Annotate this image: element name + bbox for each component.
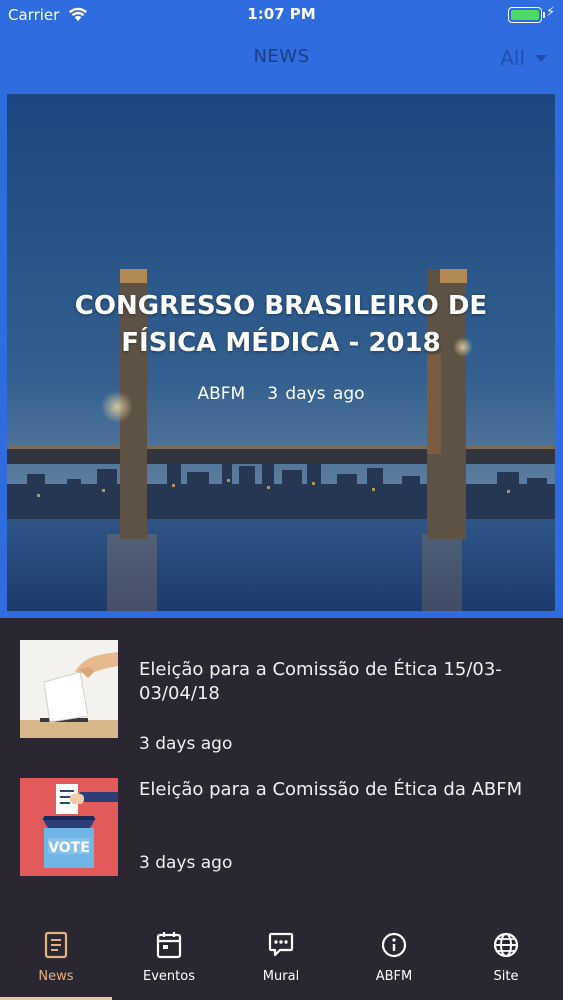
ballot-box-icon bbox=[20, 640, 118, 738]
category-filter-dropdown[interactable]: All bbox=[500, 46, 547, 70]
tab-label: Eventos bbox=[143, 969, 195, 984]
vote-label: VOTE bbox=[48, 840, 90, 856]
featured-time: 3 days ago bbox=[267, 384, 365, 404]
chevron-down-icon bbox=[535, 54, 547, 62]
tab-label: News bbox=[38, 969, 74, 984]
info-icon bbox=[381, 932, 407, 958]
news-item-time: 3 days ago bbox=[139, 734, 233, 754]
chat-bubble-icon bbox=[268, 932, 294, 957]
tab-mural[interactable]: Mural bbox=[225, 918, 337, 1000]
page-title: NEWS bbox=[253, 46, 310, 67]
vote-box-icon: VOTE bbox=[20, 778, 118, 876]
news-list-item[interactable]: Eleição para a Comissão de Ética 15/03-0… bbox=[0, 638, 563, 758]
news-item-title: Eleição para a Comissão de Ética da ABFM bbox=[139, 779, 523, 800]
globe-icon bbox=[493, 932, 519, 958]
battery-icon bbox=[508, 7, 545, 23]
featured-title: CONGRESSO BRASILEIRO DE FÍSICA MÉDICA - … bbox=[74, 291, 488, 358]
news-item-title: Eleição para a Comissão de Ética 15/03-0… bbox=[139, 659, 502, 704]
featured-meta: ABFM 3 days ago bbox=[7, 384, 555, 404]
tab-label: Mural bbox=[262, 969, 300, 984]
clock: 1:07 PM bbox=[247, 5, 316, 23]
tab-site[interactable]: Site bbox=[450, 918, 562, 1000]
tab-bar: News Eventos Mural ABFM Site bbox=[0, 918, 563, 1000]
tab-label: Site bbox=[493, 969, 519, 984]
featured-caption: CONGRESSO BRASILEIRO DE FÍSICA MÉDICA - … bbox=[7, 288, 555, 404]
calendar-icon bbox=[156, 932, 182, 959]
charging-icon: ⚡ bbox=[546, 5, 556, 20]
news-icon bbox=[44, 931, 68, 959]
header-area: Carrier 1:07 PM ⚡ NEWS All CONGRESSO BRA… bbox=[0, 0, 563, 618]
news-list-item[interactable]: VOTE Eleição para a Comissão de Ética da… bbox=[0, 778, 563, 898]
tab-news[interactable]: News bbox=[0, 918, 112, 1000]
tab-eventos[interactable]: Eventos bbox=[113, 918, 225, 1000]
featured-news-card[interactable]: CONGRESSO BRASILEIRO DE FÍSICA MÉDICA - … bbox=[7, 94, 555, 611]
tab-label: ABFM bbox=[375, 969, 413, 984]
filter-label: All bbox=[500, 46, 525, 70]
tab-abfm[interactable]: ABFM bbox=[338, 918, 450, 1000]
navigation-bar: NEWS All bbox=[0, 30, 563, 84]
news-item-time: 3 days ago bbox=[139, 853, 233, 873]
status-bar: Carrier 1:07 PM ⚡ bbox=[0, 0, 563, 30]
featured-source: ABFM bbox=[197, 384, 246, 404]
